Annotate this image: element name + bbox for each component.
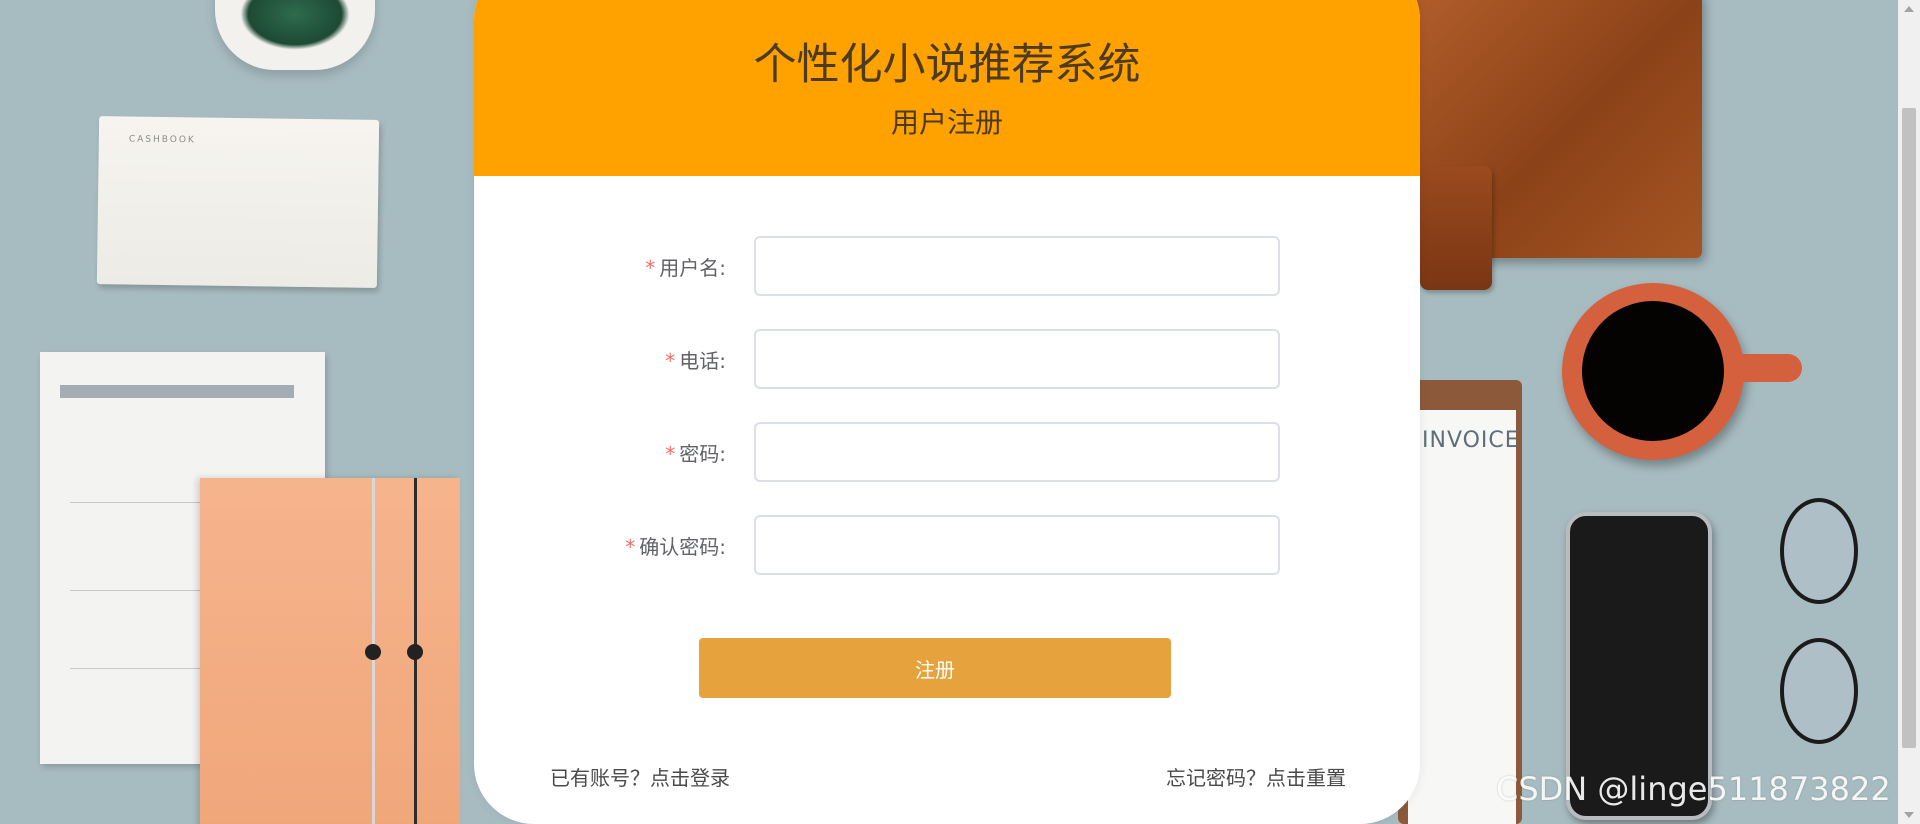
cashbook-image: CASHBOOK bbox=[96, 116, 380, 288]
register-card: 个性化小说推荐系统 用户注册 * 用户名: * 电话: * 密码: * 确认密码: 注册… bbox=[474, 0, 1420, 824]
watermark: CSDN @linge511873822 bbox=[1496, 770, 1891, 808]
required-mark: * bbox=[625, 535, 636, 559]
login-link[interactable]: 已有账号？点击登录 bbox=[550, 762, 730, 791]
invoice-image: INVOICE bbox=[1408, 410, 1519, 824]
phone-label-text: 电话: bbox=[679, 349, 726, 373]
glasses-lens bbox=[1780, 638, 1858, 744]
folder-button bbox=[365, 644, 381, 660]
scroll-down-arrow-icon[interactable] bbox=[1904, 812, 1914, 818]
form-row-username: * 用户名: bbox=[474, 236, 1420, 296]
confirm-password-label-text: 确认密码: bbox=[639, 535, 726, 559]
username-input[interactable] bbox=[754, 236, 1280, 296]
form-row-password: * 密码: bbox=[474, 422, 1420, 482]
password-label-text: 密码: bbox=[679, 442, 726, 466]
paper-header-bar bbox=[60, 385, 294, 398]
phone-label: * 电话: bbox=[474, 345, 726, 374]
required-mark: * bbox=[665, 349, 676, 373]
folder-image bbox=[200, 478, 460, 824]
form-row-phone: * 电话: bbox=[474, 329, 1420, 389]
glasses-lens bbox=[1780, 498, 1858, 604]
vertical-scrollbar[interactable] bbox=[1898, 0, 1920, 824]
scrollbar-thumb[interactable] bbox=[1902, 108, 1916, 748]
folder-button bbox=[407, 644, 423, 660]
username-label: * 用户名: bbox=[474, 252, 726, 281]
plant-image bbox=[240, 0, 350, 50]
required-mark: * bbox=[665, 442, 676, 466]
cup-handle-image bbox=[1740, 354, 1802, 382]
invoice-label: INVOICE bbox=[1422, 428, 1520, 453]
cashbook-label: CASHBOOK bbox=[128, 134, 196, 146]
password-label: * 密码: bbox=[474, 438, 726, 467]
register-button[interactable]: 注册 bbox=[699, 638, 1171, 698]
page-subtitle: 用户注册 bbox=[890, 106, 1003, 139]
reset-password-link[interactable]: 忘记密码？点击重置 bbox=[1166, 762, 1346, 791]
page: CASHBOOK INVOICE 个性化小说推荐系统 用户注册 * 用户名: *… bbox=[0, 0, 1920, 824]
glasses-image bbox=[1770, 488, 1860, 758]
phone-input[interactable] bbox=[754, 329, 1280, 389]
form-row-confirm-password: * 确认密码: bbox=[474, 515, 1420, 575]
confirm-password-input[interactable] bbox=[754, 515, 1280, 575]
coffee-image bbox=[1582, 301, 1724, 441]
notebook-strap-image bbox=[1420, 166, 1492, 290]
confirm-password-label: * 确认密码: bbox=[474, 531, 726, 560]
required-mark: * bbox=[645, 256, 656, 280]
scroll-up-arrow-icon[interactable] bbox=[1904, 6, 1914, 12]
coffee-cup-image bbox=[1562, 283, 1744, 460]
card-header: 个性化小说推荐系统 用户注册 bbox=[474, 0, 1420, 176]
username-label-text: 用户名: bbox=[659, 256, 726, 280]
system-title: 个性化小说推荐系统 bbox=[753, 40, 1141, 90]
password-input[interactable] bbox=[754, 422, 1280, 482]
